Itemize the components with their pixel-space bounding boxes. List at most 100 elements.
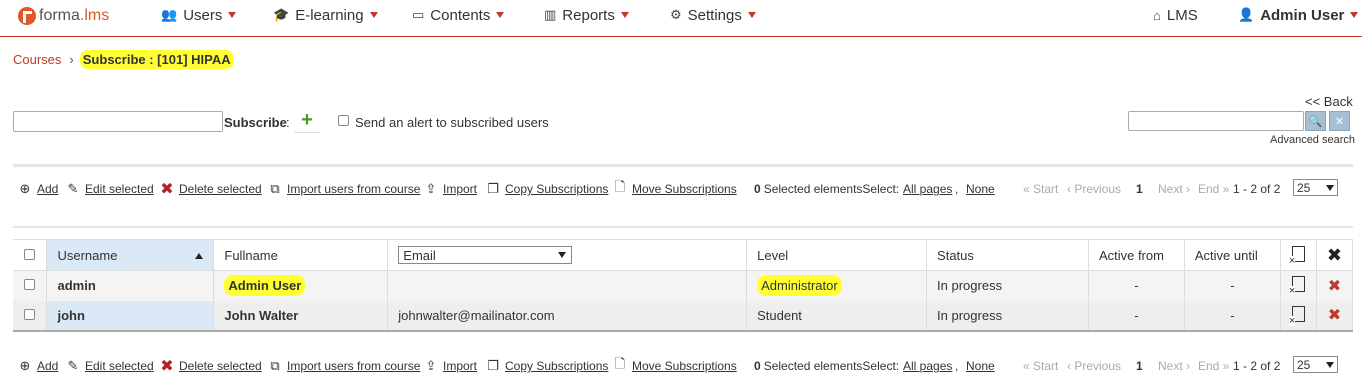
none-label: None	[966, 359, 995, 373]
select-none-link[interactable]: None	[966, 357, 995, 375]
top-navbar: forma .lms 👥 Users 🎓 E-learning ▭ Content…	[0, 0, 1362, 37]
nav-settings[interactable]: ⚙ Settings	[670, 6, 756, 24]
nav-reports[interactable]: ▥ Reports	[544, 6, 629, 24]
document-x-icon[interactable]	[1288, 276, 1305, 297]
move-subscriptions-button[interactable]: 🗋 Move Subscriptions	[612, 356, 737, 375]
add-button[interactable]: ⊕ Add	[17, 357, 59, 375]
search-input[interactable]	[1128, 111, 1304, 131]
status-header[interactable]: Status	[926, 239, 1089, 271]
delete-selected-label: Delete selected	[179, 182, 262, 196]
nav-lms[interactable]: ⌂ LMS	[1153, 6, 1198, 24]
select-label: Select:	[862, 182, 900, 196]
row-select-cell	[13, 270, 48, 301]
send-alert-checkbox[interactable]	[338, 115, 349, 126]
home-icon: ⌂	[1153, 7, 1161, 23]
logo-text-suffix: .lms	[79, 7, 110, 24]
document-icon: 🗋	[614, 356, 626, 371]
fullname-text: Admin User	[224, 275, 306, 297]
subscribe-user-input[interactable]	[13, 111, 223, 132]
caret-down-icon	[369, 12, 378, 18]
row-checkbox[interactable]	[24, 279, 36, 291]
select-all-checkbox[interactable]	[24, 248, 36, 260]
import-button[interactable]: ⇪ Import	[423, 180, 477, 198]
active-from-cell[interactable]: -	[1088, 270, 1185, 301]
username-header[interactable]: Username	[46, 239, 215, 271]
level-cell: Administrator	[746, 270, 928, 301]
pager-end: End »	[1198, 182, 1230, 196]
import-button[interactable]: ⇪ Import	[423, 357, 477, 375]
caret-down-icon	[747, 12, 756, 18]
active-from-header[interactable]: Active from	[1088, 239, 1185, 271]
divider	[13, 226, 1353, 228]
selected-count-label: Selected elements	[763, 182, 863, 196]
active-until-header[interactable]: Active until	[1184, 239, 1281, 271]
delete-cell: ✖	[1316, 270, 1354, 301]
nav-user-menu[interactable]: 👤 Admin User	[1238, 6, 1359, 24]
back-link[interactable]: << Back	[1305, 94, 1353, 109]
edit-selected-button[interactable]: ✎ Edit selected	[65, 357, 154, 375]
active-until-cell[interactable]: -	[1184, 300, 1281, 332]
delete-selected-button[interactable]: ✖ Delete selected	[159, 357, 261, 375]
column-select[interactable]: Email	[398, 246, 573, 264]
active-from-cell[interactable]: -	[1088, 300, 1185, 332]
row-checkbox[interactable]	[24, 308, 36, 320]
select-all-pages-link[interactable]: All pages	[903, 180, 952, 198]
delete-selected-button[interactable]: ✖ Delete selected	[159, 180, 262, 198]
username-cell: john	[46, 300, 215, 332]
dropdown-arrow-icon	[558, 252, 567, 258]
document-x-icon[interactable]	[1288, 305, 1305, 326]
nav-users-label: Users	[183, 6, 223, 24]
select-none-link[interactable]: None	[966, 180, 995, 198]
move-subscriptions-button[interactable]: 🗋 Move Subscriptions	[612, 179, 737, 198]
page-size-select[interactable]: 25	[1293, 179, 1338, 196]
pager-current-page[interactable]: 1	[1136, 357, 1143, 375]
edit-selected-button[interactable]: ✎ Edit selected	[65, 180, 154, 198]
forma-lms-logo[interactable]: forma .lms	[18, 5, 109, 27]
pager-current-page[interactable]: 1	[1136, 180, 1143, 198]
page-size-select[interactable]: 25	[1293, 356, 1338, 373]
copy-icon: ❐	[487, 181, 499, 196]
row-select-cell	[13, 300, 48, 332]
bar-chart-icon: ▥	[544, 7, 557, 22]
document-x-icon	[1288, 245, 1305, 266]
email-header: Email	[387, 239, 748, 271]
user-icon: 👤	[1238, 7, 1255, 22]
fullname-header-label: Fullname	[224, 247, 278, 263]
status-cell[interactable]: In progress	[926, 300, 1089, 332]
select-all-pages-link[interactable]: All pages	[903, 357, 952, 375]
folder-icon: ▭	[412, 7, 425, 22]
add-button[interactable]: ⊕ Add	[17, 180, 59, 198]
nav-contents[interactable]: ▭ Contents	[412, 6, 505, 24]
nav-elearning[interactable]: 🎓 E-learning	[273, 6, 378, 24]
level-header-label: Level	[757, 247, 789, 263]
import-from-course-button[interactable]: ⧉ Import users from course	[267, 180, 420, 198]
level-header[interactable]: Level	[746, 239, 928, 271]
status-cell[interactable]: In progress	[926, 270, 1089, 301]
advanced-search-link[interactable]: Advanced search	[1270, 134, 1355, 146]
subscriptions-table: Username Fullname Email Level Status Act…	[13, 239, 1354, 332]
active-until-cell[interactable]: -	[1184, 270, 1281, 301]
toolbar-top: ⊕ Add ✎ Edit selected ✖ Delete selected ⧉ Im…	[13, 179, 1353, 198]
add-doc-icon: ⊕	[19, 358, 31, 373]
search-button[interactable]: 🔍	[1305, 111, 1326, 131]
email-cell	[387, 270, 748, 301]
add-subscription-button[interactable]: +	[294, 109, 320, 133]
copy-subscriptions-button[interactable]: ❐ Copy Subscriptions	[485, 357, 608, 375]
active-until-header-label: Active until	[1194, 247, 1258, 263]
delete-icon[interactable]: ✖	[1328, 278, 1341, 295]
import-from-course-button[interactable]: ⧉ Import users from course	[267, 357, 420, 375]
select-label: Select:	[862, 359, 900, 373]
delete-all-icon[interactable]: ✖	[1327, 245, 1342, 265]
fullname-header[interactable]: Fullname	[213, 239, 389, 271]
all-pages-label: All pages	[903, 359, 953, 373]
nav-users[interactable]: 👥 Users	[161, 6, 237, 24]
select-all-header	[13, 239, 48, 271]
delete-cell: ✖	[1316, 300, 1354, 332]
breadcrumb-separator: ›	[69, 52, 74, 67]
copy-subscriptions-button[interactable]: ❐ Copy Subscriptions	[485, 180, 608, 198]
delete-icon[interactable]: ✖	[1328, 307, 1341, 324]
breadcrumb-courses-link[interactable]: Courses	[13, 52, 61, 67]
import-from-course-label: Import users from course	[287, 182, 421, 196]
dropdown-arrow-icon	[1326, 184, 1334, 191]
clear-search-button[interactable]: ✕	[1329, 111, 1350, 131]
